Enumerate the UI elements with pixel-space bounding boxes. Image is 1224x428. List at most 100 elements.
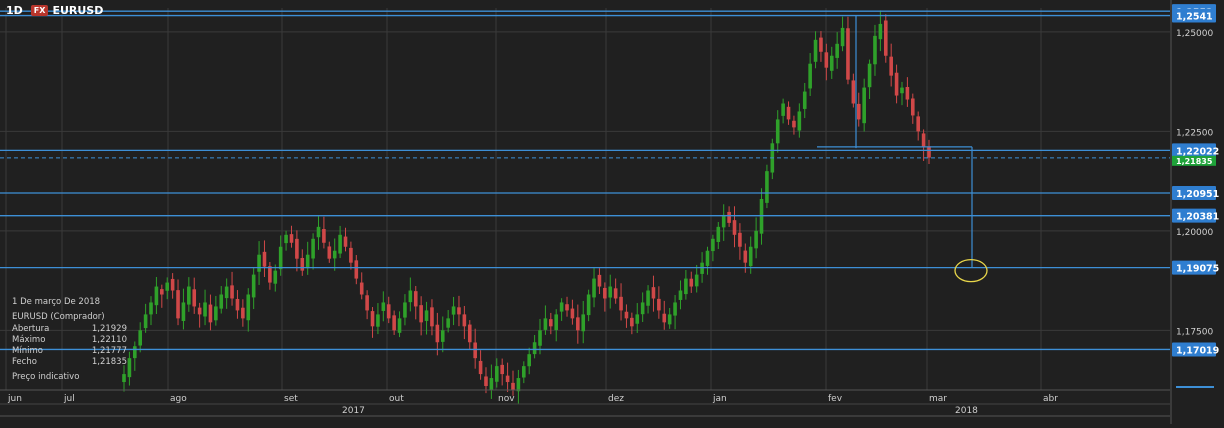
candle-body[interactable] <box>754 230 758 249</box>
candle-body[interactable] <box>457 307 461 315</box>
candle-body[interactable] <box>684 278 688 295</box>
candle-body[interactable] <box>597 274 602 287</box>
candle-body[interactable] <box>851 80 856 104</box>
candle-body[interactable] <box>430 307 434 327</box>
candle-body[interactable] <box>149 302 153 315</box>
candle-body[interactable] <box>532 342 537 355</box>
candle-body[interactable] <box>586 294 591 316</box>
candle-body[interactable] <box>143 314 148 329</box>
candle-body[interactable] <box>559 302 564 312</box>
candle-body[interactable] <box>662 313 667 323</box>
candle-body[interactable] <box>867 63 872 88</box>
candle-body[interactable] <box>257 254 261 272</box>
candle-body[interactable] <box>273 270 278 284</box>
candle-body[interactable] <box>446 318 450 328</box>
candle-body[interactable] <box>251 274 256 298</box>
candle-body[interactable] <box>316 226 321 238</box>
candle-body[interactable] <box>856 103 861 120</box>
candle-body[interactable] <box>748 246 753 267</box>
candle-body[interactable] <box>840 27 845 47</box>
candle-body[interactable] <box>716 226 721 242</box>
candle-body[interactable] <box>711 238 715 252</box>
candle-body[interactable] <box>516 378 521 392</box>
candle-body[interactable] <box>467 324 472 343</box>
candle-body[interactable] <box>133 346 137 359</box>
candle-body[interactable] <box>230 285 234 299</box>
candle-body[interactable] <box>165 282 170 291</box>
candle-body[interactable] <box>219 294 224 309</box>
candle-body[interactable] <box>359 282 364 295</box>
candle-body[interactable] <box>419 305 423 323</box>
candle-body[interactable] <box>403 302 407 318</box>
candle-body[interactable] <box>241 307 245 319</box>
candle-body[interactable] <box>694 274 699 287</box>
candle-body[interactable] <box>781 103 785 116</box>
candle-body[interactable] <box>894 72 899 96</box>
candle-body[interactable] <box>689 278 694 287</box>
candle-body[interactable] <box>829 55 834 71</box>
candle-body[interactable] <box>727 211 731 223</box>
candle-body[interactable] <box>343 236 348 247</box>
candle-body[interactable] <box>673 302 677 316</box>
candle-body[interactable] <box>738 232 742 247</box>
candle-body[interactable] <box>603 287 607 299</box>
candle-body[interactable] <box>268 266 272 283</box>
candle-body[interactable] <box>408 290 413 303</box>
candle-body[interactable] <box>322 229 326 243</box>
candle-body[interactable] <box>862 87 866 124</box>
candle-body[interactable] <box>154 286 159 306</box>
candle-body[interactable] <box>478 360 483 375</box>
candle-body[interactable] <box>246 294 251 321</box>
candle-body[interactable] <box>295 238 299 259</box>
candle-body[interactable] <box>505 375 510 383</box>
candle-body[interactable] <box>284 234 288 244</box>
candle-body[interactable] <box>392 315 396 331</box>
candle-body[interactable] <box>792 120 796 128</box>
candle-body[interactable] <box>889 56 893 76</box>
candle-body[interactable] <box>462 314 467 327</box>
candle-body[interactable] <box>667 314 672 325</box>
candle-body[interactable] <box>381 302 386 311</box>
candle-body[interactable] <box>192 289 197 307</box>
candle-body[interactable] <box>759 199 764 234</box>
candle-body[interactable] <box>440 330 445 342</box>
candle-body[interactable] <box>208 304 213 323</box>
candle-body[interactable] <box>170 278 175 291</box>
candle-body[interactable] <box>262 251 267 267</box>
candle-body[interactable] <box>581 314 586 332</box>
candle-body[interactable] <box>338 234 342 254</box>
candle-body[interactable] <box>424 310 429 321</box>
candle-body[interactable] <box>765 171 769 203</box>
candle-body[interactable] <box>538 330 542 346</box>
candle-body[interactable] <box>311 238 315 259</box>
candle-body[interactable] <box>435 324 440 343</box>
candle-body[interactable] <box>332 250 337 259</box>
candle-body[interactable] <box>678 290 683 300</box>
candle-body[interactable] <box>386 304 391 319</box>
candle-body[interactable] <box>489 378 494 390</box>
candle-body[interactable] <box>565 304 569 311</box>
candle-body[interactable] <box>619 296 623 311</box>
candle-body[interactable] <box>354 260 359 279</box>
candle-body[interactable] <box>494 366 499 382</box>
candle-body[interactable] <box>549 319 553 327</box>
candle-body[interactable] <box>305 254 310 269</box>
candle-body[interactable] <box>500 364 504 375</box>
candle-body[interactable] <box>624 311 629 319</box>
candle-body[interactable] <box>608 286 613 298</box>
timeframe-label[interactable]: 1D <box>6 4 23 17</box>
candle-body[interactable] <box>365 295 369 311</box>
candle-body[interactable] <box>635 314 640 324</box>
candle-body[interactable] <box>511 382 515 390</box>
candle-body[interactable] <box>743 250 748 263</box>
candle-body[interactable] <box>835 43 839 58</box>
symbol-title[interactable]: EURUSD <box>52 4 103 17</box>
candle-body[interactable] <box>397 318 402 333</box>
candle-body[interactable] <box>651 287 656 299</box>
candle-body[interactable] <box>732 220 737 235</box>
candle-body[interactable] <box>203 302 207 317</box>
candle-body[interactable] <box>927 146 931 158</box>
candle-body[interactable] <box>187 286 191 305</box>
candle-body[interactable] <box>576 317 580 331</box>
candle-body[interactable] <box>160 289 164 295</box>
